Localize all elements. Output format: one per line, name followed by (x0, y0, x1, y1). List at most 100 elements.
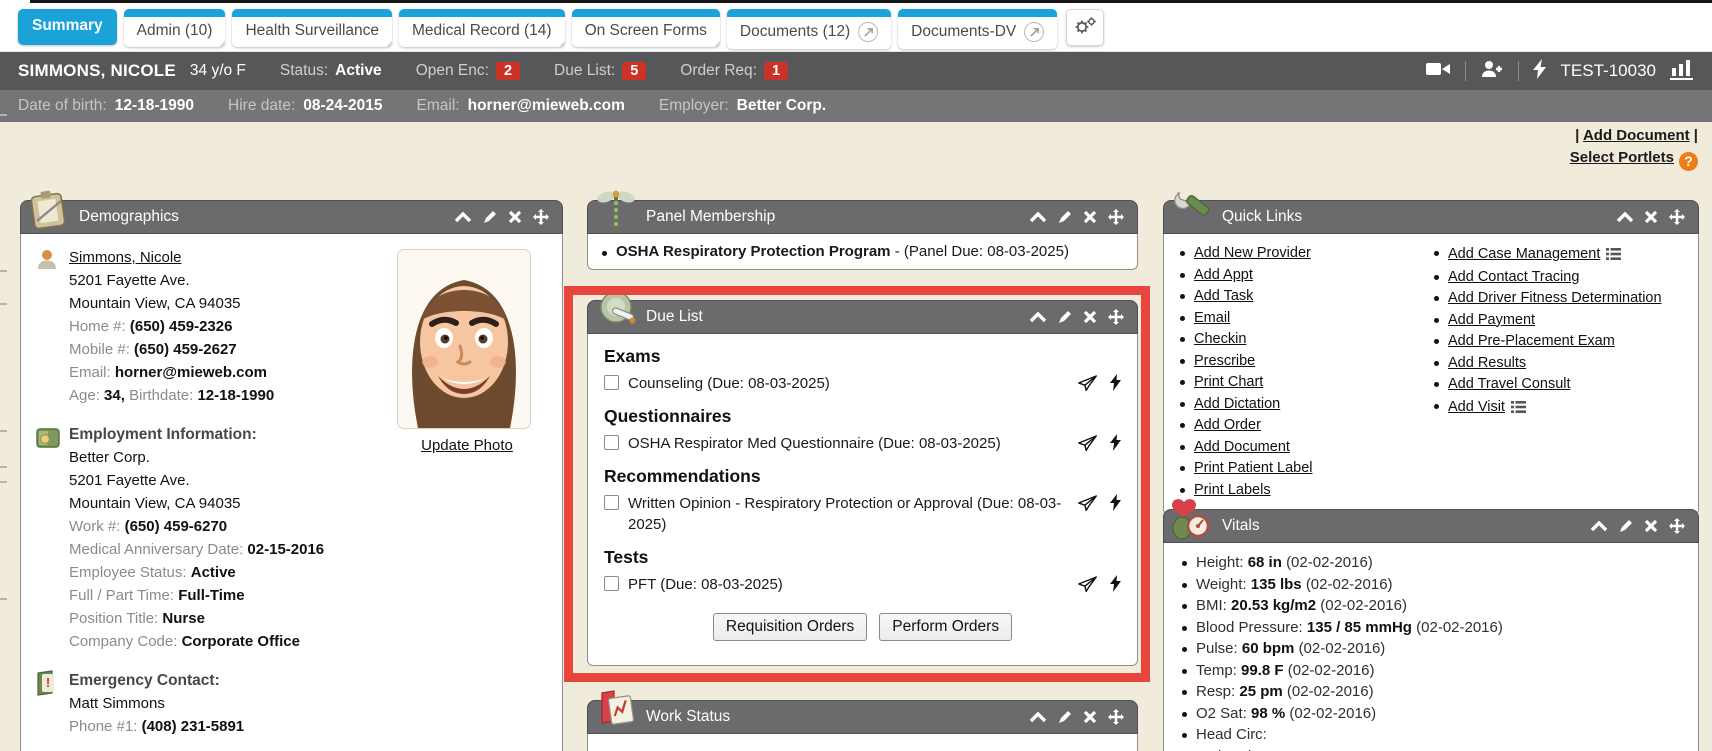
tab-medical-record[interactable]: Medical Record (14) (399, 9, 565, 47)
quick-link[interactable]: Add Case Management (1448, 246, 1600, 262)
patient-name-link[interactable]: Simmons, Nicole (69, 249, 182, 266)
quick-link[interactable]: Add Driver Fitness Determination (1448, 289, 1662, 309)
mobile-phone-value: (650) 459-2627 (134, 341, 237, 358)
quick-link[interactable]: Print Chart (1194, 373, 1263, 393)
tab-on-screen-forms[interactable]: On Screen Forms (572, 9, 720, 47)
add-document-link[interactable]: Add Document (1583, 127, 1690, 144)
edit-icon[interactable] (1618, 518, 1634, 534)
open-enc-label: Open Enc: (416, 62, 489, 80)
quick-link[interactable]: Add Pre-Placement Exam (1448, 332, 1615, 352)
requisition-send-icon[interactable] (1077, 374, 1098, 392)
close-icon[interactable] (508, 210, 522, 224)
employee-status-value: Active (191, 564, 236, 581)
close-icon[interactable] (1083, 210, 1097, 224)
order-req-badge[interactable]: 1 (764, 62, 788, 80)
company-code-value: Corporate Office (182, 633, 300, 650)
due-item-checkbox[interactable] (604, 576, 619, 591)
quick-link[interactable]: Add Appt (1194, 266, 1253, 286)
tab-settings-button[interactable] (1066, 9, 1104, 46)
patient-id: TEST-10030 (1561, 61, 1656, 81)
quick-link[interactable]: Prescribe (1194, 352, 1255, 372)
full-part-label: Full / Part Time: (69, 587, 174, 604)
collapse-icon[interactable] (1616, 211, 1634, 223)
left-edge-tick (0, 114, 7, 116)
due-section-heading: Recommendations (604, 466, 1121, 487)
external-link-icon[interactable] (1024, 22, 1044, 42)
lightning-icon[interactable] (1533, 59, 1547, 83)
due-item-label: Written Opinion - Respiratory Protection… (628, 493, 1062, 535)
email-value: horner@mieweb.com (468, 97, 625, 115)
due-list-badge[interactable]: 5 (622, 62, 646, 80)
person-icon (35, 247, 61, 278)
due-item-checkbox[interactable] (604, 375, 619, 390)
home-phone-value: (650) 459-2326 (130, 318, 233, 335)
list-icon (1511, 399, 1526, 419)
perform-lightning-icon[interactable] (1110, 434, 1121, 451)
move-icon[interactable] (1107, 308, 1125, 326)
quick-links-column-1: Add New Provider Add Appt Add Task Email… (1180, 244, 1434, 502)
quick-link[interactable]: Add Travel Consult (1448, 375, 1571, 395)
collapse-icon[interactable] (454, 211, 472, 223)
add-user-icon[interactable] (1480, 59, 1504, 83)
requisition-send-icon[interactable] (1077, 575, 1098, 593)
update-photo-link[interactable]: Update Photo (421, 434, 513, 457)
perform-lightning-icon[interactable] (1110, 575, 1121, 592)
requisition-orders-button[interactable]: Requisition Orders (713, 613, 867, 641)
edit-icon[interactable] (1057, 209, 1073, 225)
quick-link[interactable]: Add Payment (1448, 311, 1535, 331)
quick-link[interactable]: Add Dictation (1194, 395, 1280, 415)
tab-documents[interactable]: Documents (12) (727, 9, 891, 49)
collapse-icon[interactable] (1590, 520, 1608, 532)
quick-link[interactable]: Checkin (1194, 330, 1246, 350)
tab-admin[interactable]: Admin (10) (124, 9, 226, 47)
edit-icon[interactable] (1057, 709, 1073, 725)
quick-link[interactable]: Email (1194, 309, 1230, 329)
move-icon[interactable] (1668, 208, 1686, 226)
requisition-send-icon[interactable] (1077, 434, 1098, 452)
tab-documents-dv[interactable]: Documents-DV (898, 9, 1057, 49)
quick-link[interactable]: Add Visit (1448, 399, 1505, 415)
tab-summary[interactable]: Summary (18, 9, 117, 45)
quick-link[interactable]: Add Contact Tracing (1448, 268, 1579, 288)
move-icon[interactable] (1107, 208, 1125, 226)
position-label: Position Title: (69, 610, 158, 627)
quick-link[interactable]: Print Patient Label (1194, 459, 1313, 479)
flowsheet-chart-icon[interactable] (1670, 58, 1694, 84)
edit-icon[interactable] (482, 209, 498, 225)
video-call-icon[interactable] (1425, 60, 1451, 82)
close-icon[interactable] (1083, 310, 1097, 324)
quick-link[interactable]: Add New Provider (1194, 244, 1311, 264)
collapse-icon[interactable] (1029, 711, 1047, 723)
due-item-checkbox[interactable] (604, 435, 619, 450)
due-item-checkbox[interactable] (604, 495, 619, 510)
perform-lightning-icon[interactable] (1110, 374, 1121, 391)
move-icon[interactable] (1668, 517, 1686, 535)
quick-link[interactable]: Add Results (1448, 354, 1526, 374)
quick-link[interactable]: Add Order (1194, 416, 1261, 436)
edit-icon[interactable] (1057, 309, 1073, 325)
requisition-send-icon[interactable] (1077, 494, 1098, 512)
emergency-phone-value: (408) 231-5891 (142, 718, 245, 735)
quick-link[interactable]: Add Task (1194, 287, 1253, 307)
external-link-icon[interactable] (858, 22, 878, 42)
mobile-phone-label: Mobile #: (69, 341, 130, 358)
collapse-icon[interactable] (1029, 211, 1047, 223)
move-icon[interactable] (532, 208, 550, 226)
close-icon[interactable] (1644, 519, 1658, 533)
move-icon[interactable] (1107, 708, 1125, 726)
collapse-icon[interactable] (1029, 311, 1047, 323)
close-icon[interactable] (1083, 710, 1097, 724)
open-enc-badge[interactable]: 2 (496, 62, 520, 80)
tab-health-surveillance[interactable]: Health Surveillance (232, 9, 392, 47)
left-edge-tick (0, 430, 7, 432)
full-part-value: Full-Time (178, 587, 244, 604)
quick-link[interactable]: Add Document (1194, 438, 1290, 458)
select-portlets-link[interactable]: Select Portlets (1570, 149, 1674, 166)
perform-lightning-icon[interactable] (1110, 494, 1121, 511)
anniversary-value: 02-15-2016 (247, 541, 324, 558)
work-phone-label: Work #: (69, 518, 120, 535)
close-icon[interactable] (1644, 210, 1658, 224)
perform-orders-button[interactable]: Perform Orders (879, 613, 1012, 641)
help-icon[interactable]: ? (1679, 152, 1698, 171)
panel-item: OSHA Respiratory Protection Program - (P… (602, 243, 1123, 260)
